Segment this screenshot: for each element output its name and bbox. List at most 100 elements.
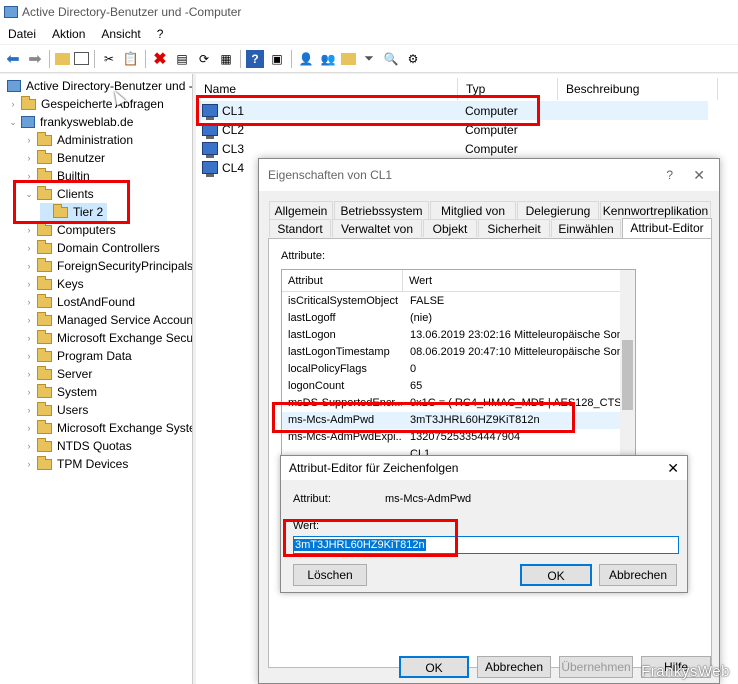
list-item[interactable]: lastLogon 13.06.2019 23:02:16 Mitteleurop… bbox=[282, 327, 635, 344]
export-icon[interactable]: ▦ bbox=[217, 50, 235, 68]
column-header-attribut[interactable]: Attribut bbox=[288, 275, 323, 287]
tab-objekt[interactable]: Objekt bbox=[423, 219, 477, 237]
tree-item-managed-service-accounts[interactable]: › Managed Service Accounts bbox=[24, 311, 192, 329]
tree-item-exchange-security[interactable]: ›Microsoft Exchange Security bbox=[24, 329, 192, 347]
chevron-down-icon[interactable]: ⌄ bbox=[24, 189, 34, 200]
list-item[interactable]: lastLogoff (nie) bbox=[282, 310, 635, 327]
list-row-cl3[interactable]: CL3 Computer bbox=[196, 139, 716, 158]
chevron-right-icon[interactable]: › bbox=[24, 333, 34, 343]
show-hide-tree-icon[interactable] bbox=[74, 52, 89, 65]
list-item[interactable]: logonCount 65 bbox=[282, 378, 635, 395]
tab-attribut-editor[interactable]: Attribut-Editor bbox=[622, 218, 712, 238]
console-icon[interactable]: ▣ bbox=[268, 50, 286, 68]
tab-standort[interactable]: Standort bbox=[269, 219, 331, 237]
cancel-button[interactable]: Abbrechen bbox=[599, 564, 677, 586]
chevron-right-icon[interactable]: › bbox=[24, 261, 34, 271]
chevron-right-icon[interactable]: › bbox=[24, 279, 34, 289]
list-item[interactable]: localPolicyFlags 0 bbox=[282, 361, 635, 378]
tree-item-users[interactable]: › Users bbox=[24, 401, 88, 419]
column-header-type[interactable]: Typ bbox=[458, 78, 558, 100]
list-row-cl1[interactable]: CL1 Computer bbox=[196, 101, 708, 120]
menu-datei[interactable]: Datei bbox=[0, 27, 44, 41]
tab-mitglied-von[interactable]: Mitglied von bbox=[430, 201, 516, 219]
cancel-button[interactable]: Abbrechen bbox=[477, 656, 551, 678]
tree-item-keys[interactable]: › Keys bbox=[24, 275, 84, 293]
delete-icon[interactable]: ✖ bbox=[151, 50, 169, 68]
properties-icon[interactable]: ▤ bbox=[173, 50, 191, 68]
tab-allgemein[interactable]: Allgemein bbox=[269, 201, 333, 219]
apply-button[interactable]: Übernehmen bbox=[559, 656, 633, 678]
tree-item-domain[interactable]: ⌄ frankysweblab.de bbox=[8, 113, 133, 131]
cut-icon[interactable]: ✂ bbox=[100, 50, 118, 68]
chevron-right-icon[interactable]: › bbox=[24, 387, 34, 397]
new-ou-icon[interactable] bbox=[341, 52, 356, 65]
chevron-right-icon[interactable]: › bbox=[24, 225, 34, 235]
up-folder-icon[interactable] bbox=[55, 52, 70, 65]
scrollbar-thumb[interactable] bbox=[622, 340, 633, 410]
chevron-right-icon[interactable]: › bbox=[24, 153, 34, 163]
tab-verwaltet-von[interactable]: Verwaltet von bbox=[332, 219, 422, 237]
close-icon[interactable]: ✕ bbox=[667, 460, 679, 477]
tab-delegierung[interactable]: Delegierung bbox=[517, 201, 599, 219]
chevron-right-icon[interactable]: › bbox=[24, 459, 34, 469]
tree-item-saved-queries[interactable]: › Gespeicherte Abfragen bbox=[8, 95, 164, 113]
chevron-right-icon[interactable]: › bbox=[24, 243, 34, 253]
tree-item-lost-and-found[interactable]: › LostAndFound bbox=[24, 293, 135, 311]
chevron-right-icon[interactable]: › bbox=[24, 171, 34, 181]
menu-aktion[interactable]: Aktion bbox=[44, 27, 93, 41]
tree-item-ntds-quotas[interactable]: › NTDS Quotas bbox=[24, 437, 132, 455]
chevron-right-icon[interactable]: › bbox=[24, 441, 34, 451]
help-icon[interactable]: ? bbox=[246, 49, 264, 68]
back-arrow-icon[interactable]: ⬅ bbox=[4, 50, 22, 68]
tree-item-system[interactable]: › System bbox=[24, 383, 97, 401]
tree-item-benutzer[interactable]: › Benutzer bbox=[24, 149, 105, 167]
column-header-description[interactable]: Beschreibung bbox=[558, 78, 718, 100]
value-input[interactable]: 3mT3JHRL60HZ9KiT812n bbox=[293, 536, 679, 554]
tree-item-exchange-system[interactable]: › Microsoft Exchange System bbox=[24, 419, 192, 437]
chevron-right-icon[interactable]: › bbox=[24, 135, 34, 145]
new-group-icon[interactable]: 👥 bbox=[319, 50, 337, 68]
tree-item-tier2[interactable]: Tier 2 bbox=[40, 203, 108, 221]
chevron-right-icon[interactable]: › bbox=[8, 99, 18, 109]
tree-root[interactable]: Active Directory-Benutzer und - bbox=[4, 77, 192, 95]
menu-ansicht[interactable]: Ansicht bbox=[93, 27, 148, 41]
close-icon[interactable]: ✕ bbox=[693, 159, 705, 191]
tree-item-clients[interactable]: ⌄ Clients bbox=[24, 185, 94, 203]
find-icon[interactable]: 🔍 bbox=[382, 50, 400, 68]
tree-item-administration[interactable]: › Administration bbox=[24, 131, 133, 149]
chevron-right-icon[interactable]: › bbox=[24, 351, 34, 361]
clear-button[interactable]: Löschen bbox=[293, 564, 367, 586]
tab-betriebssystem[interactable]: Betriebssystem bbox=[334, 201, 429, 219]
tree-item-computers[interactable]: › Computers bbox=[24, 221, 116, 239]
add-to-group-icon[interactable]: ⚙ bbox=[404, 50, 422, 68]
chevron-right-icon[interactable]: › bbox=[24, 423, 34, 433]
refresh-icon[interactable]: ⟳ bbox=[195, 50, 213, 68]
chevron-right-icon[interactable]: › bbox=[24, 315, 34, 325]
chevron-right-icon[interactable]: › bbox=[24, 369, 34, 379]
new-user-icon[interactable]: 👤 bbox=[297, 50, 315, 68]
tree-item-tpm-devices[interactable]: › TPM Devices bbox=[24, 455, 128, 473]
list-item[interactable]: msDS-SupportedEncr... 0x1C = ( RC4_HMAC_M… bbox=[282, 395, 635, 412]
filter-icon[interactable]: ⏷ bbox=[360, 50, 378, 68]
tab-kennwortreplikation[interactable]: Kennwortreplikation bbox=[600, 201, 711, 219]
chevron-right-icon[interactable]: › bbox=[24, 405, 34, 415]
help-icon[interactable]: ? bbox=[666, 159, 673, 191]
tree-item-program-data[interactable]: › Program Data bbox=[24, 347, 132, 365]
tab-einwaehlen[interactable]: Einwählen bbox=[551, 219, 621, 237]
list-item-ms-mcs-admpwd[interactable]: ms-Mcs-AdmPwd 3mT3JHRL60HZ9KiT812n bbox=[282, 412, 635, 429]
tab-sicherheit[interactable]: Sicherheit bbox=[478, 219, 550, 237]
chevron-right-icon[interactable]: › bbox=[24, 297, 34, 307]
tree-item-builtin[interactable]: › Builtin bbox=[24, 167, 90, 185]
column-header-wert[interactable]: Wert bbox=[402, 270, 432, 292]
list-row-cl2[interactable]: CL2 Computer bbox=[196, 120, 716, 139]
tree-item-foreign-security-principals[interactable]: › ForeignSecurityPrincipals bbox=[24, 257, 192, 275]
list-item[interactable]: isCriticalSystemObject FALSE bbox=[282, 293, 635, 310]
tree-item-server[interactable]: › Server bbox=[24, 365, 92, 383]
ok-button[interactable]: OK bbox=[520, 564, 592, 586]
forward-arrow-icon[interactable]: ➡ bbox=[26, 50, 44, 68]
vertical-scrollbar[interactable] bbox=[620, 270, 635, 458]
tree-item-domain-controllers[interactable]: › Domain Controllers bbox=[24, 239, 160, 257]
list-item[interactable]: ms-Mcs-AdmPwdExpi... 132075253354447904 bbox=[282, 429, 635, 446]
copy-icon[interactable]: 📋 bbox=[122, 50, 140, 68]
ok-button[interactable]: OK bbox=[399, 656, 469, 678]
